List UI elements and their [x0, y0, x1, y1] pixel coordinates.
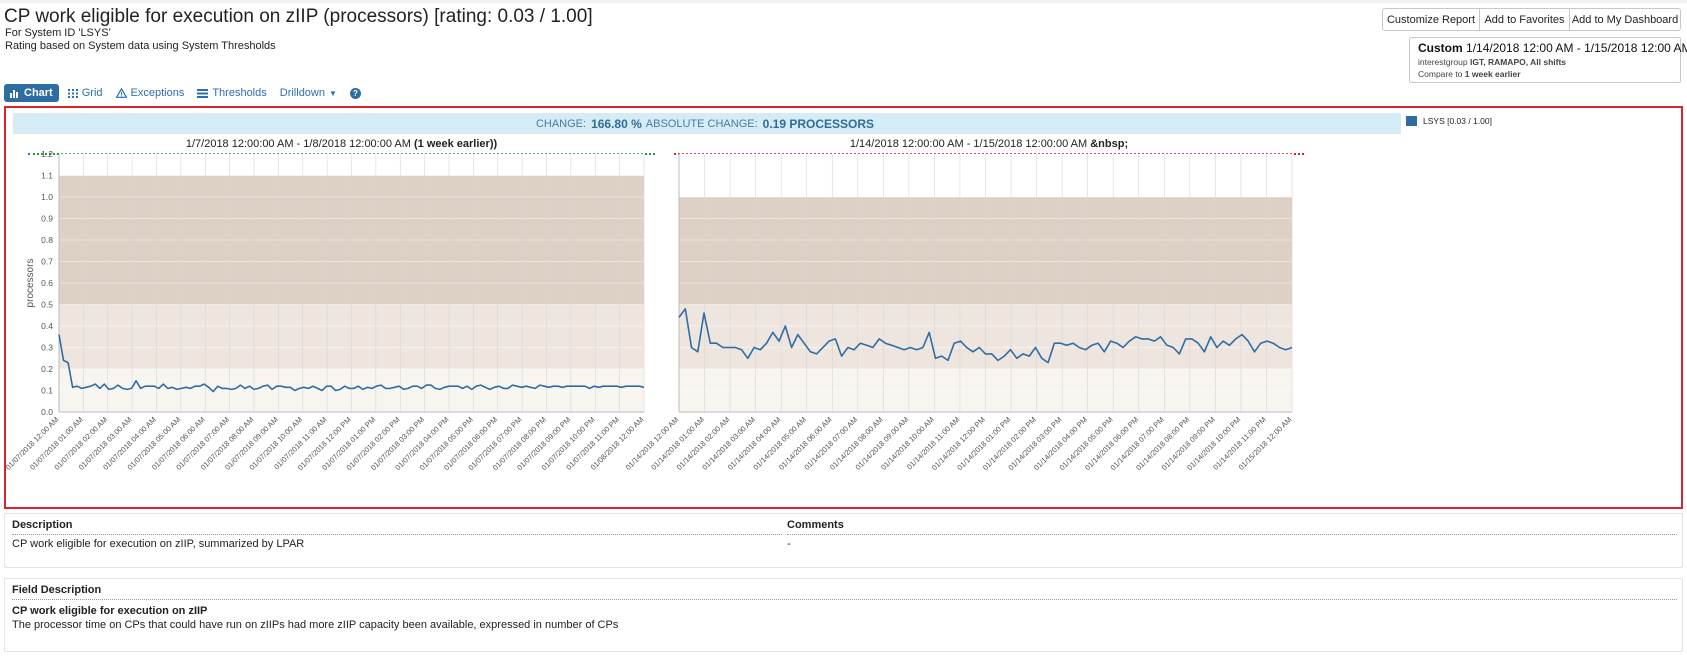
- drilldown-label: Drilldown: [279, 87, 325, 99]
- add-to-favorites-button[interactable]: Add to Favorites: [1479, 8, 1570, 31]
- compare-value: 1 week earlier: [1464, 69, 1521, 79]
- previous-y-tick-label: 0.3: [41, 343, 53, 353]
- field-name: CP work eligible for execution on zIIP: [12, 605, 208, 617]
- previous-y-tick-label: 0.4: [41, 321, 53, 331]
- previous-y-axis-label: processors: [25, 259, 36, 308]
- date-range-panel[interactable]: Custom 1/14/2018 12:00 AM - 1/15/2018 12…: [1409, 37, 1687, 83]
- previous-y-tick-label: 0.9: [41, 214, 53, 224]
- add-to-dashboard-button[interactable]: Add to My Dashboard: [1569, 8, 1681, 31]
- tab-exceptions-label: Exceptions: [130, 87, 185, 99]
- range-label: Custom: [1418, 41, 1463, 55]
- description-heading: Description: [12, 519, 73, 531]
- previous-y-tick-label: 0.7: [41, 257, 53, 267]
- bar-chart-icon: [10, 89, 18, 98]
- previous-y-tick-label: 0.1: [41, 386, 53, 396]
- field-definition: The processor time on CPs that could hav…: [12, 619, 619, 631]
- previous-y-tick-label: 1.0: [41, 192, 53, 202]
- customize-report-button[interactable]: Customize Report: [1382, 8, 1480, 31]
- processor-line-charts: 01/07/2018 12:00 AM01/07/2018 01:00 AM01…: [6, 149, 1293, 472]
- previous-y-tick-label: 0.0: [41, 407, 53, 417]
- comments-rule: [787, 534, 1677, 535]
- field-description-rule: [12, 599, 1677, 600]
- previous-y-tick-label: 0.6: [41, 278, 53, 288]
- previous-y-tick-label: 0.8: [41, 235, 53, 245]
- tab-thresholds-label: Thresholds: [212, 87, 267, 99]
- compare-prefix: Compare to: [1418, 69, 1463, 79]
- view-tabs: Chart Grid Exceptions Thresholds Drilldo…: [4, 84, 361, 102]
- page-title: CP work eligible for execution on zIIP (…: [4, 6, 593, 27]
- comments-text: -: [787, 538, 791, 550]
- top-border: [0, 0, 1687, 3]
- previous-y-tick-label: 0.5: [41, 300, 53, 310]
- thresholds-list-icon: [197, 88, 209, 98]
- grid-icon: [67, 88, 78, 98]
- previous-y-tick-label: 0.2: [41, 364, 53, 374]
- tab-grid[interactable]: Grid: [67, 87, 103, 99]
- tab-grid-label: Grid: [81, 87, 103, 99]
- drilldown-dropdown[interactable]: Drilldown ▼: [280, 87, 337, 99]
- tab-chart[interactable]: Chart: [4, 84, 59, 102]
- tab-exceptions[interactable]: Exceptions: [115, 87, 185, 99]
- caret-down-icon: ▼: [329, 88, 337, 98]
- previous-y-tick-label: 1.2: [41, 149, 53, 159]
- description-rule: [12, 534, 782, 535]
- previous-y-tick-label: 1.1: [41, 171, 53, 181]
- comments-heading: Comments: [787, 519, 844, 531]
- chart-panel: CHANGE: 166.80 % ABSOLUTE CHANGE: 0.19 P…: [4, 106, 1683, 509]
- filter-value: IGT, RAMAPO, All shifts: [1470, 57, 1567, 67]
- warning-triangle-icon: [115, 88, 127, 98]
- system-id-line: For System ID 'LSYS': [5, 27, 111, 39]
- field-description-heading: Field Description: [12, 584, 102, 596]
- report-actions: Customize Report Add to Favorites Add to…: [1382, 8, 1681, 31]
- tab-chart-label: Chart: [24, 87, 53, 99]
- tab-thresholds[interactable]: Thresholds: [197, 87, 267, 99]
- description-text: CP work eligible for execution on zIIP, …: [12, 538, 305, 550]
- help-icon[interactable]: ?: [349, 87, 361, 99]
- range-dates: 1/14/2018 12:00 AM - 1/15/2018 12:00 AM: [1466, 41, 1687, 55]
- rating-basis-line: Rating based on System data using System…: [5, 40, 276, 52]
- description-panel: Description CP work eligible for executi…: [4, 513, 1683, 568]
- filter-prefix: interestgroup: [1418, 57, 1468, 67]
- field-description-panel: Field Description CP work eligible for e…: [4, 578, 1683, 652]
